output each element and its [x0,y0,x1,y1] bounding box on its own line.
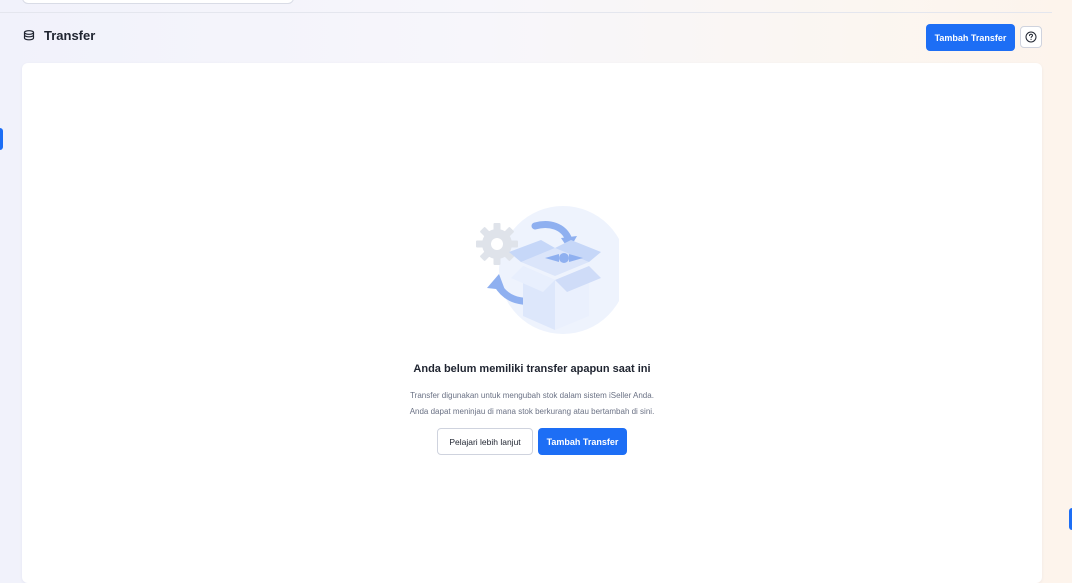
learn-more-button[interactable]: Pelajari lebih lanjut [437,428,533,455]
transfer-stack-icon [22,29,36,43]
empty-state-description-line1: Transfer digunakan untuk mengubah stok d… [410,391,654,400]
empty-state-description: Transfer digunakan untuk mengubah stok d… [22,388,1042,420]
add-transfer-button[interactable]: Tambah Transfer [926,24,1015,51]
search-input[interactable] [22,0,294,4]
content-card: Anda belum memiliki transfer apapun saat… [22,63,1042,583]
page-header: Transfer Tambah Transfer [22,24,1042,52]
help-circle-icon [1025,31,1037,43]
title-wrap: Transfer [22,28,95,43]
open-box-with-arrows-illustration [449,204,627,339]
sidebar-active-indicator [0,128,3,150]
top-bar [0,0,1052,13]
help-button[interactable] [1020,26,1042,48]
page-title: Transfer [44,28,96,43]
empty-state-actions: Pelajari lebih lanjut Tambah Transfer [437,428,627,455]
empty-state-add-transfer-button[interactable]: Tambah Transfer [538,428,627,455]
empty-state-description-line2: Anda dapat meninjau di mana stok berkura… [409,407,655,416]
empty-state-title: Anda belum memiliki transfer apapun saat… [413,363,651,375]
